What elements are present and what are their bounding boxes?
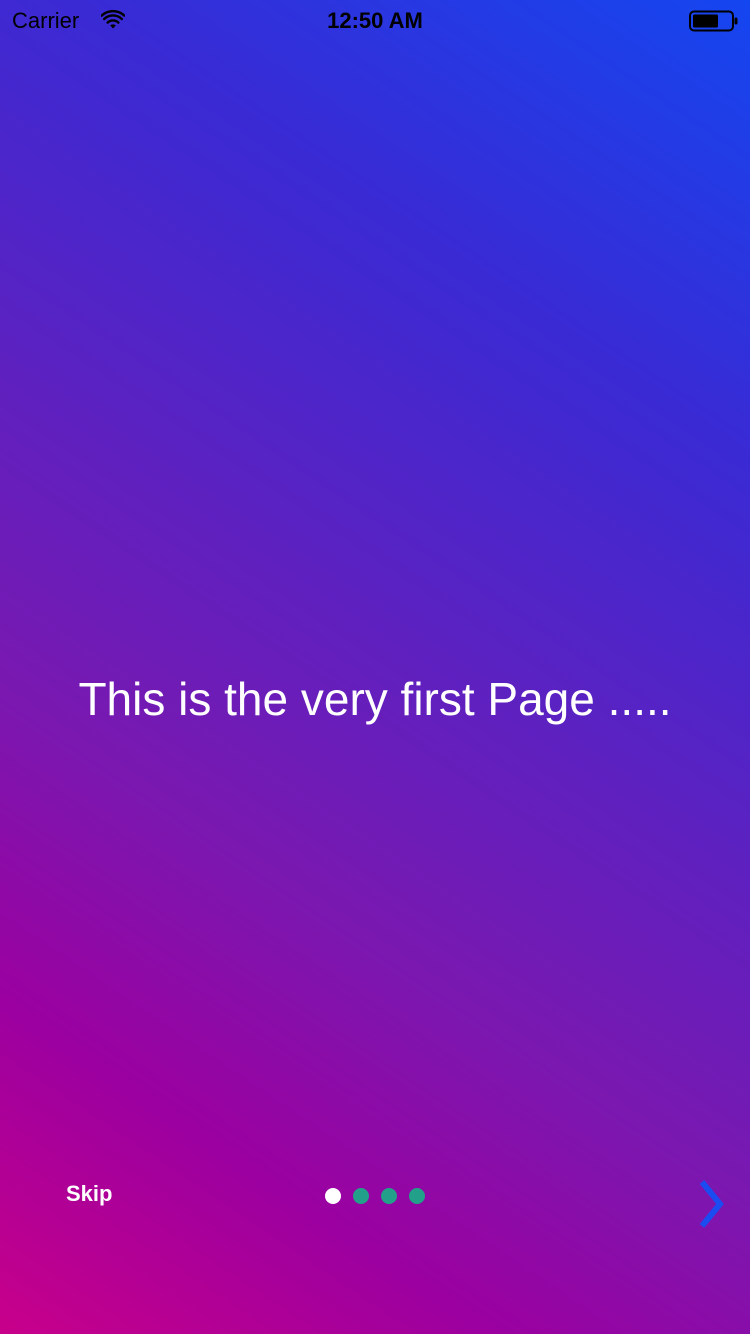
- page-dot-active[interactable]: [325, 1188, 341, 1204]
- page-dot[interactable]: [381, 1188, 397, 1204]
- skip-button[interactable]: Skip: [66, 1180, 112, 1208]
- next-button[interactable]: [696, 1176, 728, 1232]
- page-indicator[interactable]: [325, 1188, 425, 1204]
- page-headline: This is the very first Page .....: [78, 673, 672, 725]
- status-time: 12:50 AM: [327, 8, 423, 33]
- page-dot[interactable]: [353, 1188, 369, 1204]
- chevron-right-icon: [699, 1180, 724, 1228]
- status-bar: Carrier 12:50 AM: [0, 0, 750, 40]
- onboarding-screen: Carrier 12:50 AM This is the very first …: [0, 0, 750, 1334]
- page-dot[interactable]: [409, 1188, 425, 1204]
- battery-icon: [689, 10, 738, 32]
